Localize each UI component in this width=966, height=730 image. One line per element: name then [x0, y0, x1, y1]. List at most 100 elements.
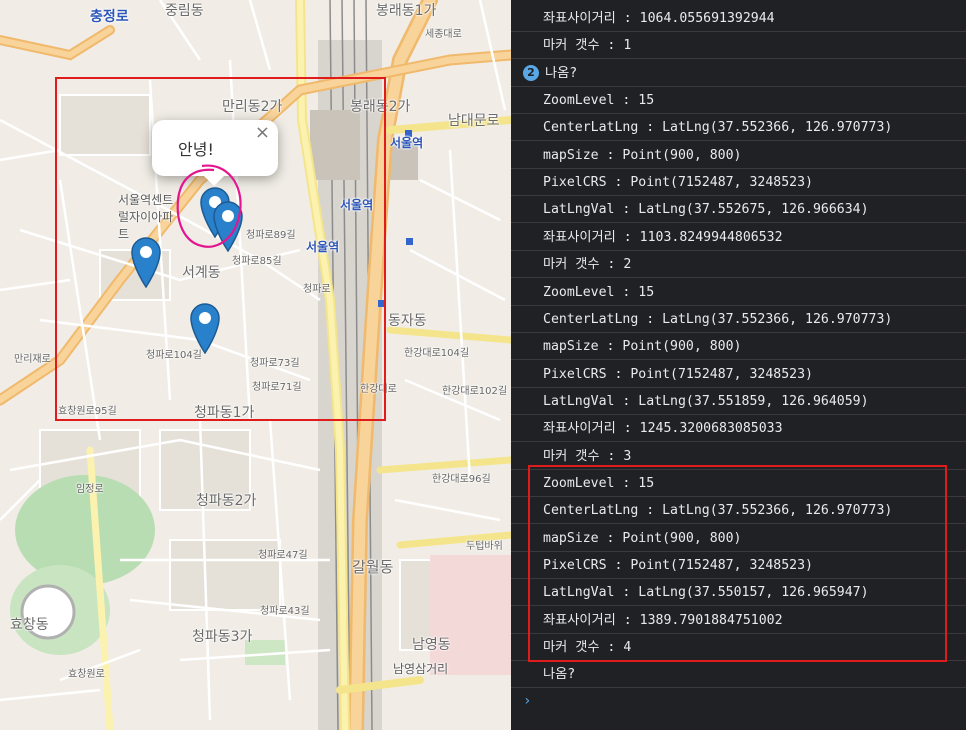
console-separator: : — [614, 393, 639, 409]
console-log-value: LatLng(37.550157, 126.965947) — [638, 585, 869, 601]
console-log-row: CenterLatLng : LatLng(37.552366, 126.970… — [511, 306, 966, 333]
console-log-row: 나옴? — [511, 661, 966, 689]
map-label-hangang-104: 한강대로104길 — [404, 348, 470, 359]
console-log-row: 좌표사이거리 : 1389.7901884751002 — [511, 607, 966, 634]
map-label-hangang-96: 한강대로96길 — [432, 474, 491, 485]
console-separator: : — [614, 475, 639, 491]
console-log-value: Point(7152487, 3248523) — [630, 558, 813, 573]
console-log-value: Point(900, 800) — [622, 339, 742, 355]
console-log-row: 마커 갯수 : 4 — [511, 634, 966, 662]
console-log-row: PixelCRS : Point(7152487, 3248523) — [511, 169, 966, 197]
console-message: 나옴? — [543, 667, 576, 683]
console-log-row: ZoomLevel : 15 — [511, 279, 966, 306]
map-label-cheongparo: 청파로 — [303, 284, 331, 295]
console-log-row: 마커 갯수 : 3 — [511, 443, 966, 470]
console-log-value: LatLng(37.552366, 126.970773) — [662, 503, 893, 519]
console-log-label: LatLngVal — [543, 393, 615, 409]
console-log-value: 1103.8249944806532 — [639, 229, 783, 245]
console-log-value: Point(900, 800) — [622, 530, 742, 546]
console-log-label: PixelCRS — [543, 175, 607, 191]
console-log-value: 15 — [638, 475, 655, 491]
console-separator: : — [614, 202, 639, 218]
console-log-label: mapSize — [543, 530, 599, 546]
console-separator: : — [598, 147, 623, 163]
console-separator: : — [599, 38, 624, 54]
console-log-row: PixelCRS : Point(7152487, 3248523) — [511, 361, 966, 388]
console-log-label: 마커 갯수 — [543, 640, 600, 656]
console-group-header: 2 나옴? — [511, 60, 966, 87]
console-log-label: 좌표사이거리 — [543, 229, 616, 245]
map-label-road-43: 청파로43길 — [260, 606, 310, 617]
console-log-value: 4 — [623, 640, 632, 656]
map-label-manlijaero: 만리재로 — [14, 354, 51, 365]
console-log-value: 15 — [638, 284, 655, 300]
map-label-dongja: 동자동 — [388, 313, 427, 329]
console-log-value: LatLng(37.552366, 126.970773) — [662, 311, 893, 327]
console-log-label: 마커 갯수 — [543, 257, 600, 273]
console-log-value: 2 — [623, 257, 632, 273]
map-label-hangang-102: 한강대로102길 — [442, 386, 508, 397]
console-separator: : — [614, 93, 639, 109]
map-label-road-73: 청파로73길 — [250, 358, 300, 369]
map-label-chungjeongro: 충정로 — [90, 9, 129, 25]
map-label-hyochang: 효창동 — [10, 617, 49, 633]
map-marker-4[interactable] — [189, 302, 221, 354]
console-log-label: mapSize — [543, 147, 599, 163]
devtools-console[interactable]: 좌표사이거리 : 1064.055691392944 마커 갯수 : 1 2 나옴? Z… — [511, 0, 966, 730]
console-separator: : — [615, 421, 640, 437]
popup-close-button[interactable]: × — [255, 124, 270, 142]
map-label-mallidong2: 만리동2가 — [222, 99, 283, 115]
console-log-label: CenterLatLng — [543, 120, 639, 136]
map-label-seoul-station-2: 서울역 — [340, 198, 374, 212]
map-view[interactable]: 충정로 중림동 봉래동1가 만리동2가 봉래동2가 남대문로 서울역 서울역 서… — [0, 0, 511, 730]
console-log-value: 1245.3200683085033 — [639, 421, 783, 437]
console-separator: : — [638, 503, 663, 519]
console-log-value: 3 — [623, 448, 632, 464]
map-label-road-95: 효창원로95길 — [58, 406, 117, 417]
console-log-label: mapSize — [543, 339, 599, 355]
console-log-value: 1389.7901884751002 — [639, 612, 783, 628]
map-label-imjeongro: 임정로 — [76, 484, 104, 495]
console-prompt[interactable]: › — [511, 688, 966, 715]
console-log-row: 좌표사이거리 : 1064.055691392944 — [511, 5, 966, 32]
map-marker-2[interactable] — [212, 200, 244, 252]
console-log-row: 좌표사이거리 : 1103.8249944806532 — [511, 224, 966, 251]
map-label-bongrae2: 봉래동2가 — [350, 99, 411, 115]
console-log-value: Point(7152487, 3248523) — [630, 175, 813, 191]
repeat-count-badge: 2 — [523, 64, 539, 81]
map-label-chungpa1: 청파동1가 — [194, 405, 255, 421]
console-log-label: PixelCRS — [543, 558, 607, 573]
popup-text: 안녕! — [178, 140, 214, 159]
map-label-road-47: 청파로47길 — [258, 550, 308, 561]
console-log-value: Point(900, 800) — [622, 147, 742, 163]
console-log-value: 1064.055691392944 — [639, 11, 775, 26]
map-marker-3[interactable] — [130, 236, 162, 288]
console-separator: : — [606, 366, 631, 382]
console-log-row: mapSize : Point(900, 800) — [511, 333, 966, 361]
console-log-row: mapSize : Point(900, 800) — [511, 142, 966, 169]
map-label-dutubaw: 두텁바위 — [466, 541, 503, 552]
console-log-row: PixelCRS : Point(7152487, 3248523) — [511, 552, 966, 579]
console-log-row: 마커 갯수 : 1 — [511, 32, 966, 60]
console-log-row: 좌표사이거리 : 1245.3200683085033 — [511, 415, 966, 443]
console-separator: : — [599, 448, 624, 464]
map-label-galwol: 갈월동 — [352, 558, 394, 576]
console-log-value: LatLng(37.552366, 126.970773) — [662, 120, 893, 136]
console-log-label: CenterLatLng — [543, 311, 639, 327]
map-label-seoul-station-1: 서울역 — [390, 136, 424, 150]
map-label-chungpa3: 청파동3가 — [192, 629, 253, 645]
console-separator: : — [606, 175, 631, 191]
console-log-row: LatLngVal : LatLng(37.550157, 126.965947… — [511, 579, 966, 607]
console-log-value: 1 — [623, 38, 632, 54]
console-log-row: LatLngVal : LatLng(37.552675, 126.966634… — [511, 196, 966, 224]
console-log-row: LatLngVal : LatLng(37.551859, 126.964059… — [511, 388, 966, 415]
console-log-row: CenterLatLng : LatLng(37.552366, 126.970… — [511, 497, 966, 525]
console-separator: : — [598, 339, 623, 355]
console-separator: : — [638, 120, 663, 136]
console-log-label: 마커 갯수 — [543, 38, 600, 54]
console-log-value: Point(7152487, 3248523) — [630, 366, 813, 382]
console-log-label: 좌표사이거리 — [543, 612, 616, 628]
console-separator: : — [615, 612, 640, 628]
map-label-seoul-station-3: 서울역 — [306, 240, 340, 254]
console-separator: : — [615, 11, 640, 26]
